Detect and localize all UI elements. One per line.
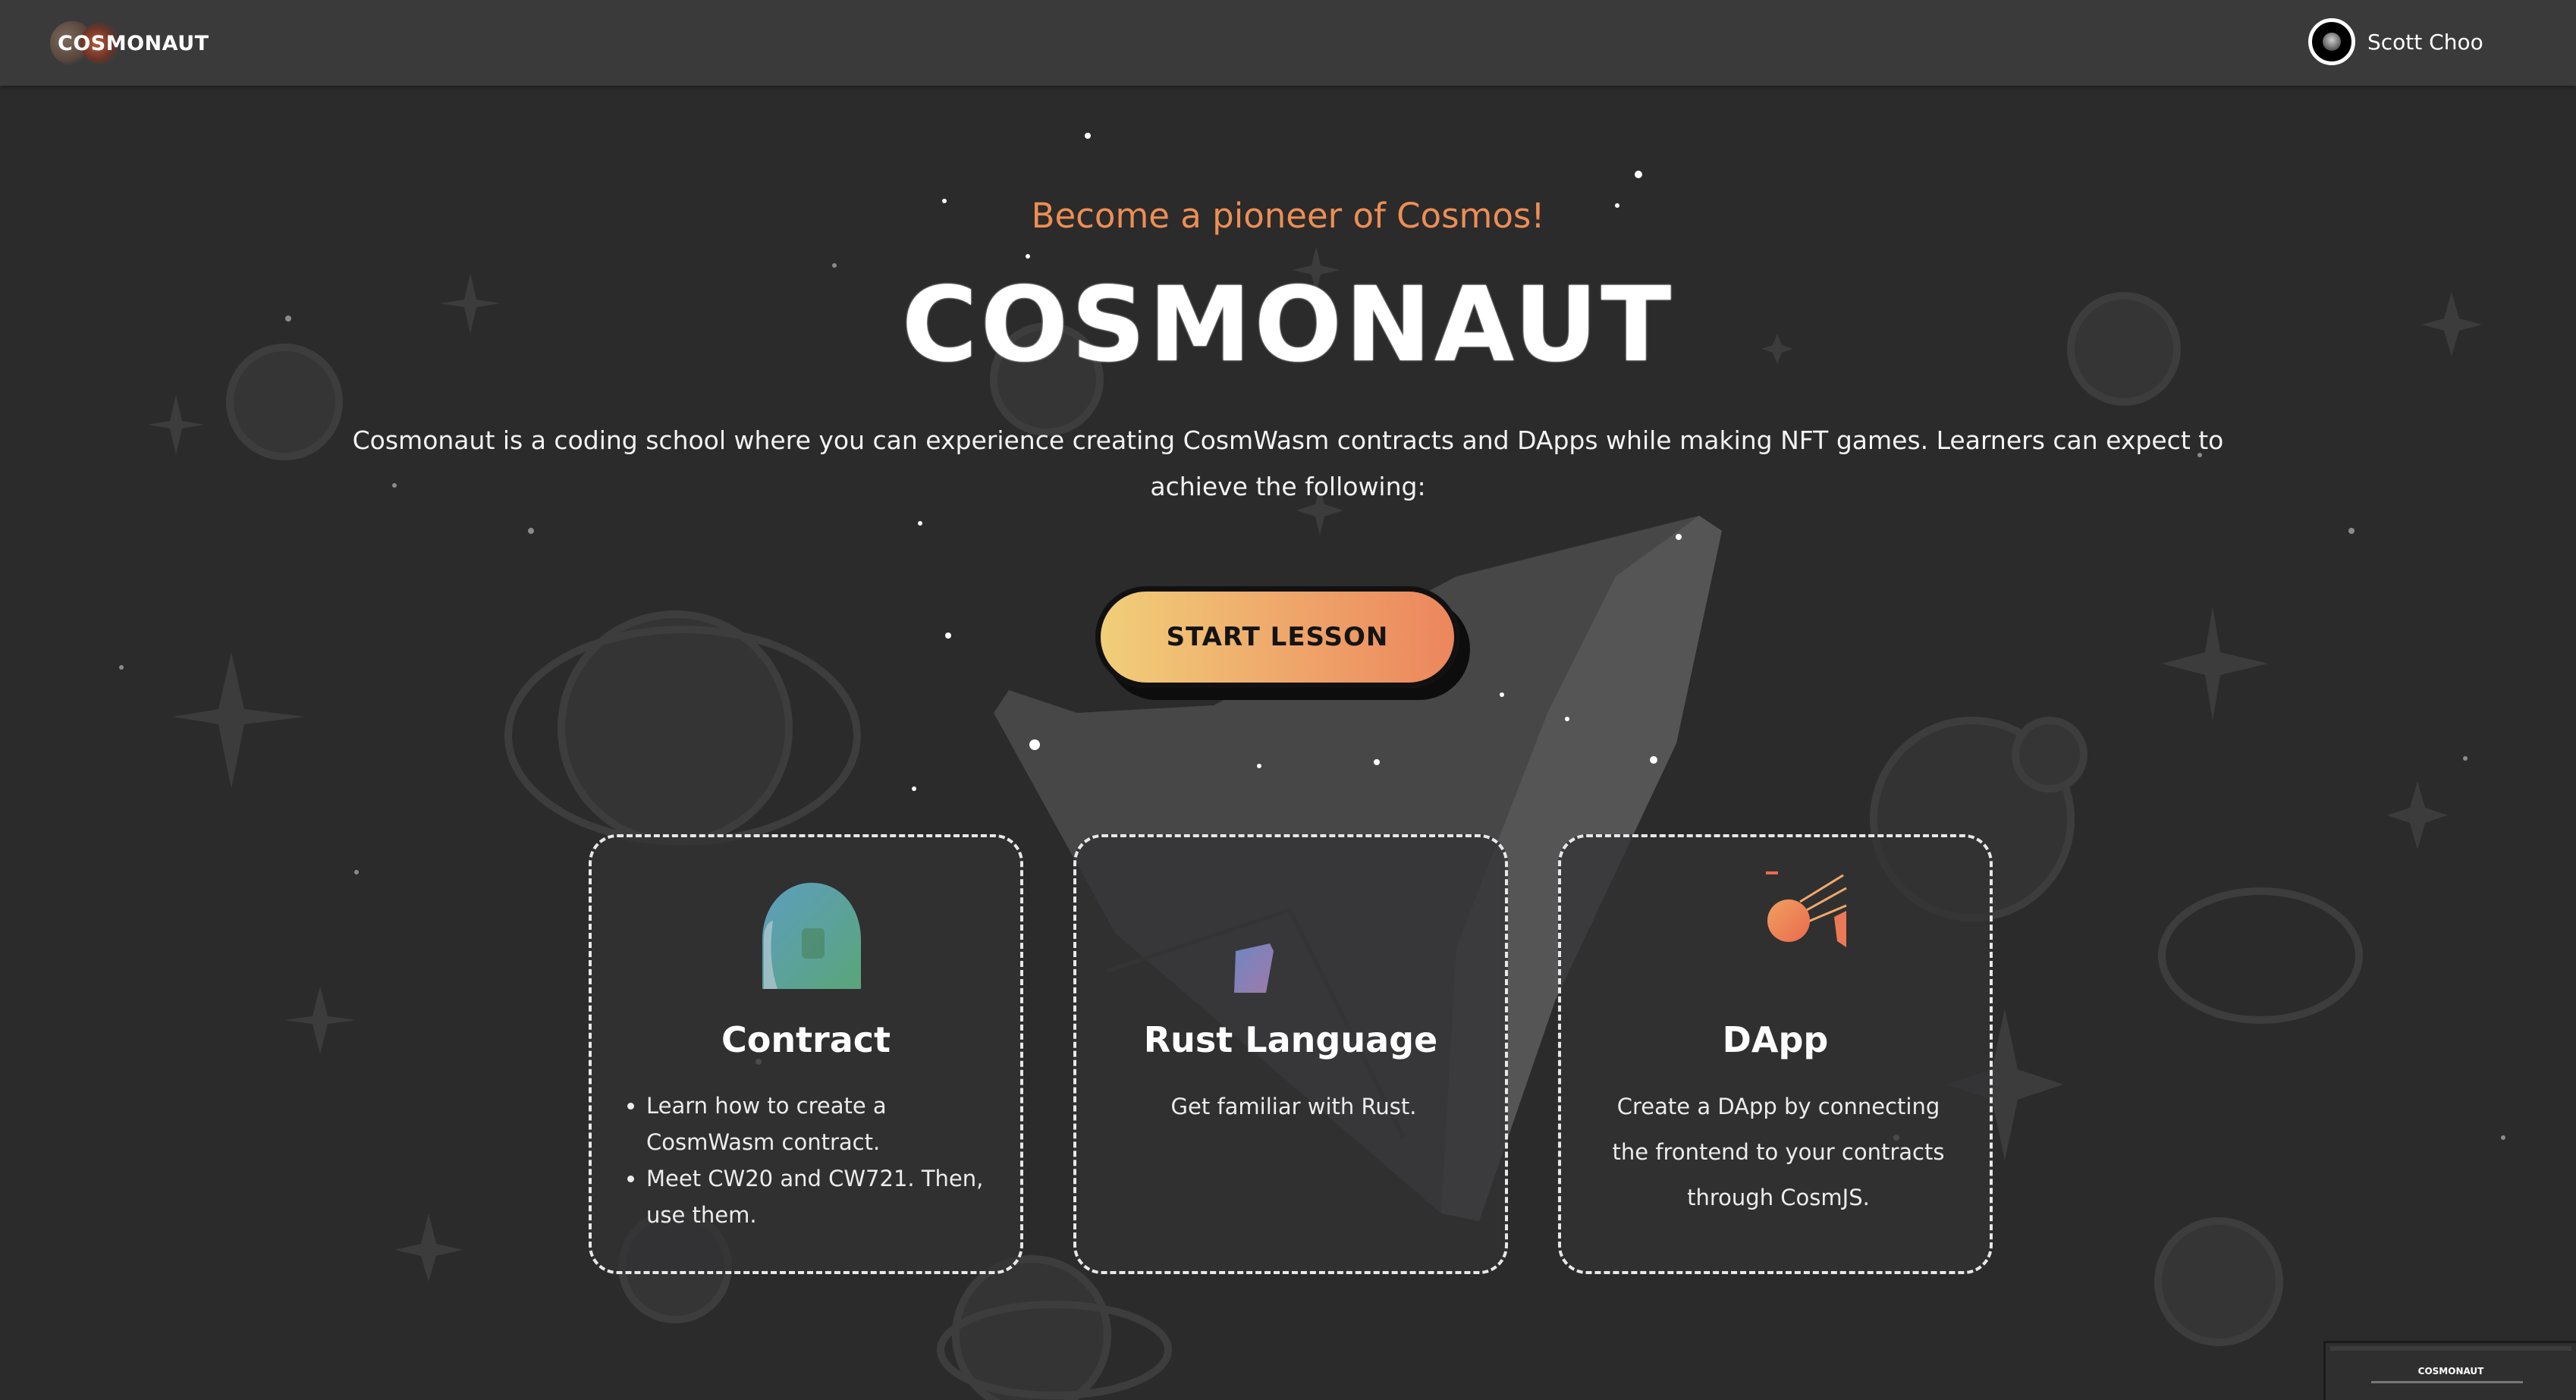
card-bullet-list: Learn how to create a CosmWasm contract.…	[592, 1088, 1020, 1233]
hero-tagline: Become a pioneer of Cosmos!	[1031, 196, 1545, 236]
user-name: Scott Choo	[2367, 29, 2483, 55]
page-preview-thumbnail[interactable]: COSMONAUT	[2323, 1341, 2576, 1400]
sparkle-icon	[147, 394, 205, 455]
logo-text: COSMONAUT	[58, 31, 209, 55]
sparkle-icon	[394, 1213, 463, 1282]
start-lesson-button[interactable]: START LESSON	[1095, 586, 1459, 688]
meteor-icon	[1766, 871, 1847, 947]
list-item: Meet CW20 and CW721. Then, use them.	[646, 1160, 997, 1233]
feature-card-dapp: DApp Create a DApp by connecting the fro…	[1558, 834, 1993, 1274]
preview-title: COSMONAUT	[2417, 1366, 2484, 1376]
sparkle-icon	[2387, 781, 2448, 849]
list-item: Learn how to create a CosmWasm contract.	[646, 1088, 997, 1160]
card-description: Get familiar with Rust.	[1170, 1094, 1417, 1119]
top-navigation-bar: COSMONAUT Scott Choo	[0, 0, 2576, 86]
card-title: Contract	[721, 1019, 891, 1060]
sparkle-icon	[284, 986, 357, 1054]
user-profile-menu[interactable]: Scott Choo	[2308, 15, 2483, 68]
card-title: DApp	[1722, 1019, 1829, 1060]
astronaut-helmet-icon	[762, 883, 861, 989]
cosmonaut-logo[interactable]: COSMONAUT	[50, 21, 209, 65]
card-title: Rust Language	[1143, 1019, 1438, 1060]
sparkle-icon	[173, 652, 305, 789]
rust-shard-icon	[1234, 943, 1274, 993]
feature-card-rust-language: Rust Language Get familiar with Rust.	[1073, 834, 1508, 1274]
feature-card-contract: Contract Learn how to create a CosmWasm …	[589, 834, 1023, 1274]
sparkle-icon	[2162, 607, 2268, 720]
user-avatar[interactable]	[2308, 18, 2355, 65]
preview-topbar	[2330, 1346, 2571, 1351]
hero-description: Cosmonaut is a coding school where you c…	[352, 425, 2224, 501]
preview-text-line	[2371, 1381, 2523, 1383]
hero-title: COSMONAUT	[901, 265, 1675, 385]
card-description: Create a DApp by connecting the frontend…	[1612, 1094, 1945, 1210]
